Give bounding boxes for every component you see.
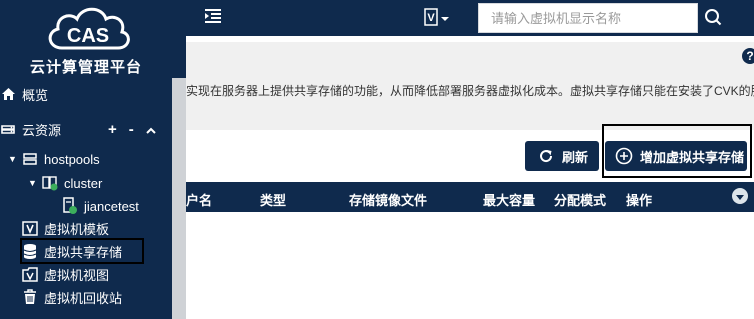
- sidebar-item-label: hostpools: [44, 151, 100, 167]
- column-header[interactable]: 类型: [260, 190, 286, 209]
- refresh-button[interactable]: 刷新: [525, 141, 599, 171]
- selected-item-highlight: [20, 238, 144, 264]
- sidebar-item-label: cluster: [64, 175, 103, 191]
- sidebar-item-vm-view[interactable]: 虚拟机视图: [22, 262, 109, 286]
- sidebar: CAS 云计算管理平台 概览 云资源 + - ▼ hostpools ▼ clu: [0, 0, 186, 319]
- search-icon: [704, 8, 722, 29]
- app-title: 云计算管理平台: [30, 59, 143, 76]
- menu-toggle-icon[interactable]: [204, 8, 222, 27]
- sidebar-item-vm-templates[interactable]: 虚拟机模板: [22, 216, 109, 240]
- column-header[interactable]: 存储镜像文件: [349, 190, 427, 209]
- column-header[interactable]: 分配模式: [554, 190, 606, 209]
- remove-resource-button[interactable]: -: [129, 121, 134, 138]
- chevron-down-icon: [735, 189, 745, 204]
- column-header[interactable]: 操作: [626, 190, 652, 209]
- refresh-icon: [537, 147, 555, 165]
- template-icon: [22, 220, 38, 236]
- collapse-chevron-icon[interactable]: [146, 121, 156, 138]
- cluster-icon: [42, 175, 58, 191]
- trash-icon: [22, 289, 38, 305]
- description-text: 实现在服务器上提供共享存储的功能，从而降低部署服务器虚拟化成本。虚拟共享存储只能…: [186, 84, 754, 98]
- home-icon: [0, 86, 16, 102]
- add-shared-storage-label: 增加虚拟共享存储: [640, 149, 745, 165]
- sidebar-item-jiancetest[interactable]: jiancetest: [62, 194, 139, 218]
- logo[interactable]: CAS 云计算管理平台: [0, 0, 186, 80]
- cloud-icon: [0, 121, 16, 137]
- sidebar-item-label: 虚拟机模板: [44, 221, 110, 237]
- sidebar-item-label: 虚拟机回收站: [44, 290, 123, 306]
- expand-caret-icon[interactable]: ▼: [8, 154, 18, 164]
- sidebar-item-label: jiancetest: [84, 198, 139, 214]
- v-label: V: [427, 12, 435, 24]
- sidebar-item-hostpools[interactable]: ▼ hostpools: [8, 147, 100, 171]
- sidebar-item-vm-recycle-bin[interactable]: 虚拟机回收站: [22, 285, 122, 309]
- column-settings-toggle[interactable]: [732, 188, 748, 204]
- sidebar-item-cloud-resources[interactable]: 云资源: [0, 117, 61, 141]
- sidebar-item-label: 云资源: [22, 122, 62, 138]
- column-header[interactable]: 户名: [186, 190, 212, 209]
- refresh-label: 刷新: [562, 149, 589, 165]
- v-dropdown[interactable]: V: [424, 8, 450, 29]
- add-shared-storage-button[interactable]: 增加虚拟共享存储: [605, 141, 747, 171]
- vm-search-input[interactable]: [478, 3, 698, 33]
- host-icon: [62, 197, 78, 214]
- chevron-down-icon: [440, 11, 450, 26]
- v-logo-icon: V: [424, 8, 438, 29]
- logo-text: CAS: [67, 25, 109, 47]
- plus-circle-icon: [615, 147, 633, 165]
- sidebar-scrollbar[interactable]: [172, 78, 186, 319]
- add-resource-button[interactable]: +: [108, 121, 117, 138]
- column-header[interactable]: 最大容量: [483, 190, 535, 209]
- storage-table-header: 户名 类型 存储镜像文件 最大容量 分配模式 操作: [186, 182, 754, 212]
- vm-view-icon: [22, 266, 38, 282]
- sidebar-item-overview[interactable]: 概览: [0, 82, 48, 106]
- help-icon[interactable]: ?: [742, 48, 754, 64]
- sidebar-item-label: 概览: [22, 87, 49, 103]
- sidebar-item-cluster[interactable]: ▼ cluster: [28, 171, 102, 195]
- cloud-logo-icon: CAS: [48, 7, 130, 50]
- server-icon: [22, 151, 38, 167]
- sidebar-item-label: 虚拟机视图: [44, 267, 110, 283]
- search-button[interactable]: [698, 3, 728, 33]
- cloud-resource-controls: + -: [108, 120, 156, 138]
- expand-caret-icon[interactable]: ▼: [28, 178, 38, 188]
